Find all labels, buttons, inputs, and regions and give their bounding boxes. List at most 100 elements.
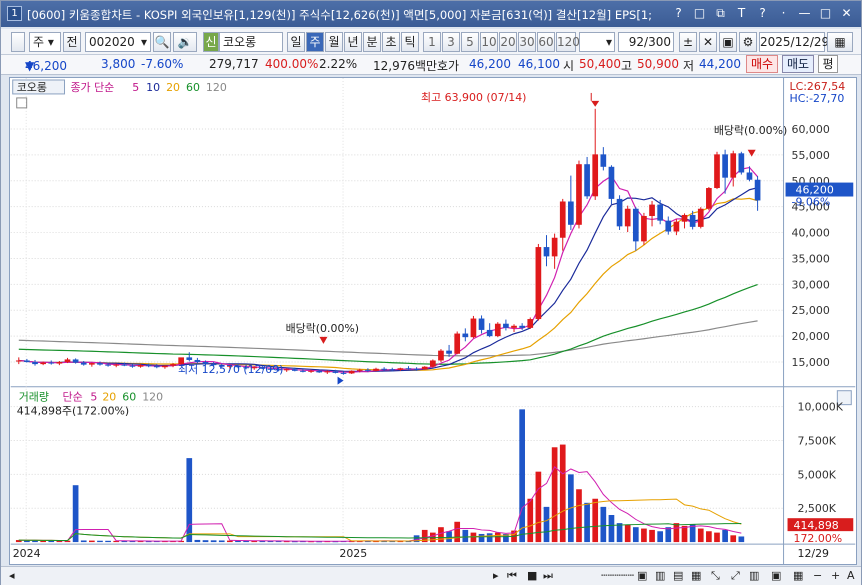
tool-icon-2[interactable]: ▥ <box>655 569 665 582</box>
volume-bar <box>697 528 704 543</box>
buy-button[interactable]: 매수 <box>746 55 778 73</box>
period-month[interactable]: 월 <box>325 32 343 52</box>
zoom-in-icon[interactable]: + <box>831 569 840 582</box>
gear-icon[interactable]: ⚙ <box>739 32 757 52</box>
tool-icon-9[interactable]: ▦ <box>793 569 803 582</box>
search-icon[interactable]: 🔍 <box>153 32 171 52</box>
zoom-out-icon[interactable]: − <box>813 569 822 582</box>
help-icon[interactable]: ? <box>670 5 687 22</box>
interval-30[interactable]: 30 <box>518 32 536 52</box>
vol-current-rate: 172.00% <box>794 532 843 545</box>
scroll-left-icon[interactable]: ◂ <box>9 569 15 582</box>
candle-body <box>381 368 387 370</box>
tool-icon-4[interactable]: ▦ <box>691 569 701 582</box>
volume-bar <box>446 531 452 543</box>
dividend-annotation-2: 배당락(0.00%) <box>714 124 787 137</box>
font-size-icon[interactable]: A <box>847 569 855 582</box>
ask-label: 호가 <box>437 59 460 73</box>
minimize-icon[interactable]: — <box>796 5 813 22</box>
candle-body <box>389 369 396 371</box>
period-minute[interactable]: 분 <box>363 32 381 52</box>
legend-ma5: 5 <box>132 81 139 94</box>
price-tick-label: 60,000 <box>792 123 830 136</box>
dot-icon[interactable]: · <box>775 5 792 22</box>
plus-minus-icon[interactable]: ± <box>679 32 697 52</box>
volume-bar <box>632 527 639 543</box>
tool-icon-1[interactable]: ▣ <box>637 569 647 582</box>
volume-bar <box>608 515 615 543</box>
candle-body <box>137 365 144 367</box>
candle-body <box>421 366 428 370</box>
eval-button[interactable]: 평 <box>818 55 838 73</box>
vol-legend-name: 거래량 <box>19 391 49 404</box>
candle-body <box>486 329 493 337</box>
calendar-icon[interactable]: ▦ <box>827 32 853 52</box>
save-icon[interactable]: ▣ <box>719 32 737 52</box>
candle-body <box>722 154 728 178</box>
candle-body <box>584 164 590 197</box>
tool-icon-3[interactable]: ▤ <box>673 569 683 582</box>
candle-body <box>754 179 761 201</box>
stock-chart[interactable]: 코오롱 종가 단순 5 10 20 60 120 LC:267,54 HC:-2… <box>9 77 857 565</box>
cross-line-icon[interactable]: ✕ <box>699 32 717 52</box>
candle-body <box>519 325 525 328</box>
scroll-bar[interactable]: ◂ ▸ ⏮ ■ ⏭ ┄┄┄┄┄ ▣ ▥ ▤ ▦ ⤡ ⤢ ▥ ▣ ▦ − + A <box>1 566 861 585</box>
interval-10[interactable]: 10 <box>480 32 498 52</box>
stock-code-input[interactable]: 002020 ▾ <box>85 32 151 52</box>
period-year[interactable]: 년 <box>344 32 362 52</box>
checkbox-icon[interactable] <box>11 32 25 52</box>
maximize-icon[interactable]: □ <box>817 5 834 22</box>
candle-body <box>324 371 331 373</box>
zoom-slider[interactable]: ┄┄┄┄┄ <box>601 569 634 582</box>
question-icon[interactable]: ? <box>754 5 771 22</box>
quote-change-rate: -7.60% <box>141 57 184 71</box>
interval-20[interactable]: 20 <box>499 32 517 52</box>
candle-body <box>300 370 306 372</box>
quote-low: 44,200 <box>699 57 741 71</box>
stop-icon[interactable]: ■ <box>527 569 537 582</box>
text-icon[interactable]: T <box>733 5 750 22</box>
period-tick[interactable]: 틱 <box>401 32 419 52</box>
tile-icon[interactable]: ⧉ <box>712 5 729 22</box>
tool-icon-8[interactable]: ▣ <box>771 569 781 582</box>
interval-custom-input[interactable]: ▾ <box>579 32 615 52</box>
window-controls: ? □ ⧉ T ? · — □ ✕ <box>670 5 855 22</box>
sell-button[interactable]: 매도 <box>782 55 814 73</box>
compare-button[interactable]: 전 <box>63 32 81 52</box>
vol-current-label: 414,898 <box>794 519 839 532</box>
period-week[interactable]: 주 <box>306 32 324 52</box>
hc-label: HC:-27,70 <box>790 92 845 105</box>
tool-icon-7[interactable]: ▥ <box>749 569 759 582</box>
candle-body <box>413 368 420 370</box>
tool-icon-6[interactable]: ⤢ <box>731 569 740 583</box>
date-input[interactable]: 2025/12/29 <box>759 32 829 52</box>
candle-body <box>559 201 566 238</box>
candle-body <box>665 220 672 232</box>
period-second[interactable]: 초 <box>382 32 400 52</box>
tool-icon-5[interactable]: ⤡ <box>711 569 720 583</box>
open-label: 시 <box>563 59 575 73</box>
stock-name-field[interactable]: 코오롱 <box>219 32 283 52</box>
candle-body <box>592 154 599 197</box>
candle-body <box>129 365 136 367</box>
next-page-icon[interactable]: ⏭ <box>543 569 553 583</box>
volume-bar <box>706 531 712 543</box>
interval-120[interactable]: 120 <box>556 32 580 52</box>
volume-tick-label: 5,000K <box>798 468 837 481</box>
close-icon[interactable]: ✕ <box>838 5 855 22</box>
interval-3[interactable]: 3 <box>442 32 460 52</box>
quote-change: 3,800 <box>101 57 136 71</box>
restore-icon[interactable]: □ <box>691 5 708 22</box>
volume-tick-label: 7,500K <box>798 434 837 447</box>
speaker-icon[interactable]: 🔉 <box>173 32 197 52</box>
first-page-icon[interactable]: ⏮ <box>507 569 517 583</box>
title-bar: 1 [0600] 키움종합차트 - KOSPI 외국인보유[1,129(천)] … <box>1 1 861 27</box>
interval-1[interactable]: 1 <box>423 32 441 52</box>
quote-bid: 46,100 <box>518 57 560 71</box>
interval-60[interactable]: 60 <box>537 32 555 52</box>
interval-5[interactable]: 5 <box>461 32 479 52</box>
period-day[interactable]: 일 <box>287 32 305 52</box>
chart-kind-select[interactable]: 주 ▾ <box>29 32 61 52</box>
scroll-right-icon[interactable]: ▸ <box>493 569 499 582</box>
count-field[interactable]: 92/300 <box>618 32 674 52</box>
